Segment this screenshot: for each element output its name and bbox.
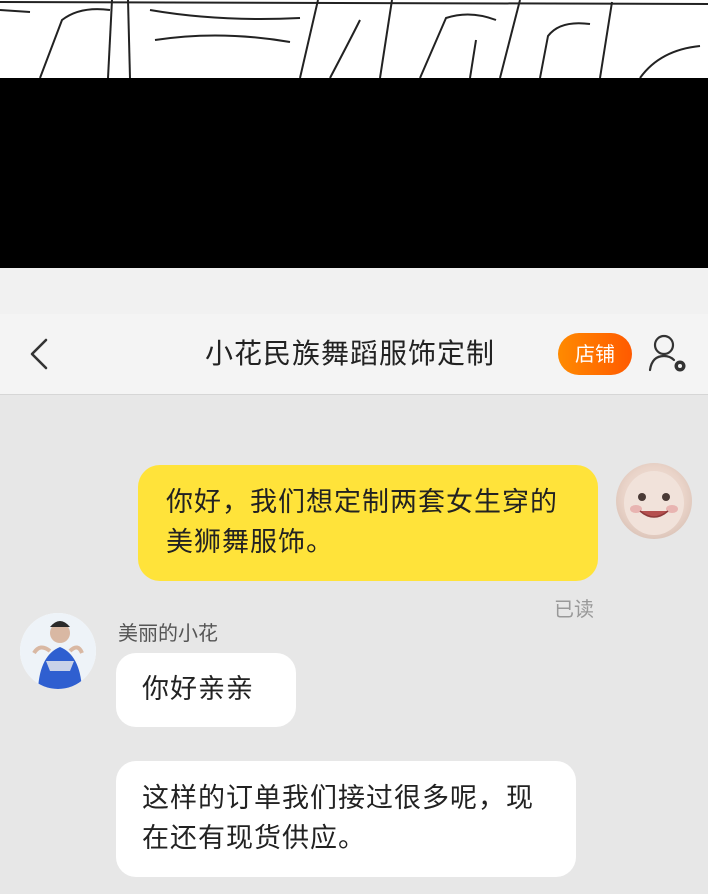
status-spacer: [0, 268, 708, 314]
read-status: 已读: [554, 597, 594, 621]
sender-name: 美丽的小花: [118, 621, 218, 645]
message-text: 这样的订单我们接过很多呢，现在还有现货供应。: [142, 783, 534, 854]
comic-illustration: [0, 0, 708, 78]
shop-avatar[interactable]: [20, 613, 96, 689]
page-title: 小花民族舞蹈服饰定制: [204, 337, 495, 370]
chat-navbar: 小花民族舞蹈服饰定制 店铺: [0, 314, 708, 395]
back-button[interactable]: [22, 334, 62, 374]
black-redaction-bar: [0, 78, 708, 268]
chevron-left-icon: [30, 338, 48, 370]
message-text: 你好亲亲: [142, 674, 254, 705]
my-avatar[interactable]: [616, 463, 692, 539]
smiley-face-avatar-icon: [624, 471, 684, 535]
profile-button[interactable]: [646, 332, 690, 376]
store-button[interactable]: 店铺: [558, 333, 632, 375]
incoming-message[interactable]: 这样的订单我们接过很多呢，现在还有现货供应。: [116, 761, 576, 877]
message-text: 你好，我们想定制两套女生穿的美狮舞服饰。: [166, 487, 558, 558]
chat-area[interactable]: 你好，我们想定制两套女生穿的美狮舞服饰。 已读 美丽的小花 你好亲亲 这样的订单…: [0, 395, 708, 894]
dancer-avatar-icon: [20, 613, 96, 689]
user-settings-icon: [648, 334, 686, 372]
outgoing-message[interactable]: 你好，我们想定制两套女生穿的美狮舞服饰。: [138, 465, 598, 581]
incoming-message[interactable]: 你好亲亲: [116, 653, 296, 727]
